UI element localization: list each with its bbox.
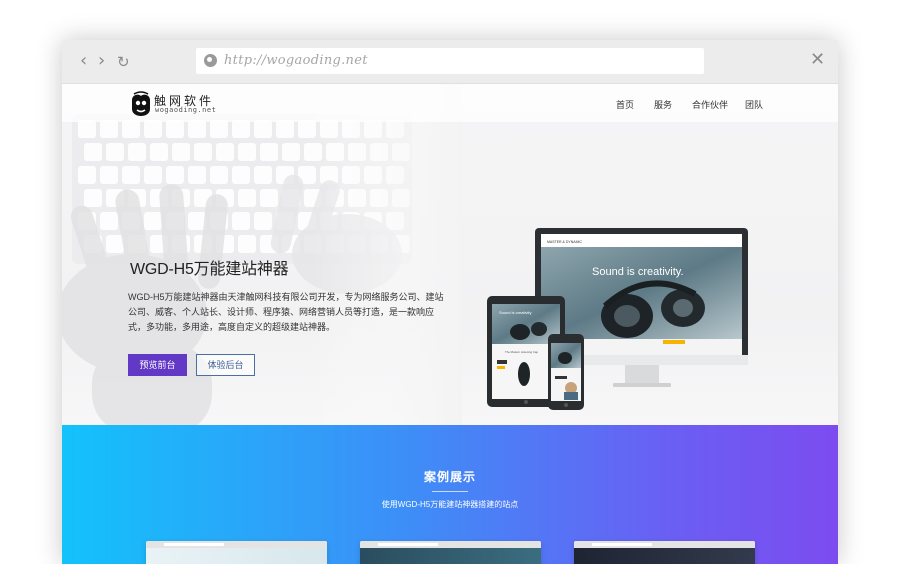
keyboard-key <box>106 235 124 253</box>
keyboard-key <box>216 143 234 161</box>
keyboard-key <box>144 166 162 184</box>
keyboard-key <box>188 212 206 230</box>
keyboard-key <box>254 166 272 184</box>
case-thumbnail[interactable] <box>360 541 541 564</box>
globe-icon <box>204 54 217 67</box>
site-header: 触网软件 wogaoding.net 首页 服务 合作伙伴 团队 <box>62 84 838 122</box>
keyboard-key <box>122 120 140 138</box>
browser-window: ‹ › ↻ http://wogaoding.net ✕ 触网软件 wogaod… <box>62 40 838 564</box>
nav-services[interactable]: 服务 <box>654 98 672 111</box>
browser-toolbar: ‹ › ↻ http://wogaoding.net ✕ <box>62 40 838 84</box>
close-icon[interactable]: ✕ <box>810 51 825 69</box>
keyboard-key <box>188 120 206 138</box>
reload-icon[interactable]: ↻ <box>117 53 130 71</box>
showcase-subtitle: 使用WGD-H5万能建站神器搭建的站点 <box>381 500 519 509</box>
phone <box>548 334 584 410</box>
case-thumbnail[interactable] <box>146 541 327 564</box>
keyboard-key <box>144 120 162 138</box>
hero-section: 触网软件 wogaoding.net 首页 服务 合作伙伴 团队 WGD-H5万… <box>62 84 838 425</box>
keyboard-key <box>84 143 102 161</box>
showcase-title: 案例展示 <box>423 470 476 484</box>
keyboard-key <box>188 166 206 184</box>
keyboard-key <box>78 120 96 138</box>
keyboard-key <box>260 143 278 161</box>
responsive-devices-mockup: MASTER & DYNAMIC Sound is creativity. So… <box>487 228 748 410</box>
tablet-caption: The Modern Listening Cap <box>505 350 538 354</box>
keyboard-key <box>238 189 256 207</box>
nav-home[interactable]: 首页 <box>616 98 634 111</box>
keyboard-key <box>210 166 228 184</box>
keyboard-key <box>166 166 184 184</box>
monitor-brand: MASTER & DYNAMIC <box>547 240 582 244</box>
keyboard-key <box>128 143 146 161</box>
site-logo[interactable]: 触网软件 wogaoding.net <box>130 89 250 119</box>
preview-frontend-button[interactable]: 预览前台 <box>128 354 187 376</box>
keyboard-key <box>232 120 250 138</box>
keyboard-key <box>122 166 140 184</box>
nav-partners[interactable]: 合作伙伴 <box>692 98 728 111</box>
keyboard-key <box>254 120 272 138</box>
nav-team[interactable]: 团队 <box>745 98 763 111</box>
keyboard-key <box>100 166 118 184</box>
keyboard-key <box>254 212 272 230</box>
keyboard-key <box>232 212 250 230</box>
showcase-section: 案例展示 使用WGD-H5万能建站神器搭建的站点 <box>62 425 838 564</box>
keyboard-key <box>282 143 300 161</box>
keyboard-key <box>210 120 228 138</box>
keyboard-key <box>276 120 294 138</box>
keyboard-key <box>238 235 256 253</box>
forward-icon[interactable]: › <box>98 52 105 70</box>
keyboard-key <box>84 189 102 207</box>
logo-domain: wogaoding.net <box>155 106 217 114</box>
monitor-headline: Sound is creativity. <box>592 266 684 278</box>
keyboard-key <box>100 212 118 230</box>
keyboard-key <box>150 143 168 161</box>
keyboard-key <box>238 143 256 161</box>
hero-title: WGD-H5万能建站神器 <box>130 261 289 278</box>
back-icon[interactable]: ‹ <box>80 52 87 70</box>
logo-mark-icon <box>132 91 150 116</box>
try-backend-button[interactable]: 体验后台 <box>196 354 255 376</box>
keyboard-key <box>232 166 250 184</box>
keyboard-key <box>194 143 212 161</box>
keyboard-key <box>144 212 162 230</box>
address-bar-url: http://wogaoding.net <box>224 53 368 68</box>
keyboard-key <box>106 143 124 161</box>
keyboard-key <box>78 166 96 184</box>
keyboard-key <box>166 120 184 138</box>
address-bar[interactable]: http://wogaoding.net <box>196 48 704 74</box>
case-thumbnail[interactable] <box>574 541 755 564</box>
tablet-headline: Sound is creativity <box>499 310 531 315</box>
showcase-divider <box>432 491 468 492</box>
keyboard-key <box>172 143 190 161</box>
keyboard-key <box>260 189 278 207</box>
page: ‹ › ↻ http://wogaoding.net ✕ 触网软件 wogaod… <box>0 0 900 564</box>
keyboard-key <box>100 120 118 138</box>
hero-description: WGD-H5万能建站神器由天津触网科技有限公司开发，专为网络服务公司、建站公司、… <box>128 292 444 332</box>
